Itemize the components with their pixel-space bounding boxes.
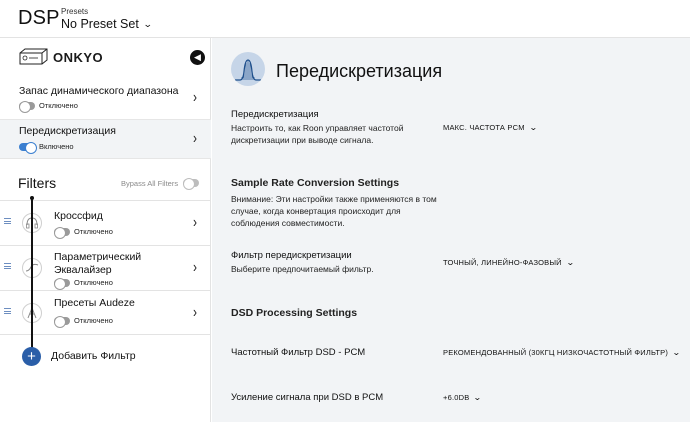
dsd-gain-title: Усиление сигнала при DSD в PCM (231, 392, 384, 403)
chevron-down-icon: ⌄ (473, 393, 483, 402)
sidebar-item-headroom[interactable]: Запас динамического диапазона Отключено … (0, 78, 211, 118)
device-row: ONKYO ◀ (0, 38, 211, 70)
section-page-title: Передискретизация (276, 61, 443, 81)
sidebar-item-label: Запас динамического диапазона (19, 85, 179, 97)
filter-name-line: Параметрический (54, 251, 142, 263)
page-title: DSP (18, 7, 60, 29)
filter-status: Отключено (74, 227, 113, 236)
chevron-right-icon: › (193, 212, 197, 232)
preset-select[interactable]: No Preset Set ⌄ (61, 17, 153, 31)
chevron-right-icon: › (193, 302, 197, 322)
filter-name-line: Эквалайзер (54, 264, 112, 276)
main-panel: Передискретизация Передискретизация Наст… (212, 38, 690, 422)
dropdown-value: РЕКОМЕНДОВАННЫЙ (30КГЦ НИЗКОЧАСТОТНЫЙ ФИ… (443, 348, 669, 357)
chevron-right-icon: › (193, 87, 197, 107)
filter-setting-desc: Выберите предпочитаемый фильтр. (231, 264, 374, 274)
crossfeed-toggle[interactable] (54, 227, 70, 239)
src-section-desc: Внимание: Эти настройки также применяютс… (231, 194, 437, 228)
chevron-right-icon: › (193, 128, 197, 148)
dsd-gain-dropdown[interactable]: +6.0DB ⌄ (443, 393, 483, 402)
sidebar-item-status: Отключено (39, 101, 78, 110)
bypass-label: Bypass All Filters (121, 179, 179, 188)
drag-handle-icon[interactable] (4, 218, 11, 224)
resampling-toggle[interactable] (19, 142, 37, 154)
add-filter-button[interactable]: + Добавить Фильтр (22, 345, 136, 367)
dsd-filter-dropdown[interactable]: РЕКОМЕНДОВАННЫЙ (30КГЦ НИЗКОЧАСТОТНЫЙ ФИ… (443, 348, 682, 357)
amplifier-icon (19, 48, 48, 65)
plus-icon: + (22, 346, 41, 366)
collapse-sidebar-button[interactable]: ◀ (190, 50, 205, 65)
device-name: ONKYO (53, 50, 104, 65)
dsd-filter-title: Частотный Фильтр DSD - PCM (231, 347, 366, 358)
filter-setting-title: Фильтр передискретизации (231, 250, 352, 261)
filter-status: Отключено (74, 316, 113, 325)
filter-name: Пресеты Audeze (54, 297, 135, 309)
filter-status: Отключено (74, 278, 113, 287)
parametric-eq-toggle[interactable] (54, 278, 70, 290)
drag-handle-icon[interactable] (4, 263, 11, 269)
drag-handle-icon[interactable] (4, 308, 11, 314)
filters-title: Filters (18, 175, 57, 191)
resampling-filter-dropdown[interactable]: ТОЧНЫЙ, ЛИНЕЙНО-ФАЗОВЫЙ ⌄ (443, 258, 574, 267)
chevron-down-icon: ⌄ (528, 123, 538, 132)
top-header: DSP Presets No Preset Set ⌄ (0, 0, 690, 38)
filter-name: Параметрический Эквалайзер (54, 251, 141, 277)
audeze-toggle[interactable] (54, 316, 70, 328)
dsd-section-title: DSD Processing Settings (231, 307, 358, 319)
add-filter-label: Добавить Фильтр (51, 350, 136, 362)
preset-value: No Preset Set (61, 17, 139, 31)
presets-label: Presets (61, 7, 89, 16)
filter-name: Кроссфид (54, 210, 103, 222)
chevron-down-icon: ⌄ (142, 19, 153, 29)
dropdown-value: ТОЧНЫЙ, ЛИНЕЙНО-ФАЗОВЫЙ (443, 258, 562, 267)
chevron-right-icon: › (193, 257, 197, 277)
src-section-title: Sample Rate Conversion Settings (231, 177, 400, 189)
chevron-down-icon: ⌄ (565, 258, 575, 267)
sidebar-item-resampling[interactable]: Передискретизация Включено › (0, 119, 211, 159)
chevron-left-icon: ◀ (194, 52, 201, 62)
sidebar: ONKYO ◀ Запас динамического диапазона От… (0, 38, 211, 422)
bypass-all-toggle[interactable] (183, 178, 199, 190)
sidebar-item-status: Включено (39, 142, 74, 151)
headroom-toggle[interactable] (19, 101, 35, 113)
waveform-icon (231, 52, 265, 86)
chevron-down-icon: ⌄ (672, 348, 682, 357)
dropdown-value: +6.0DB (443, 393, 470, 402)
sample-rate-dropdown[interactable]: МАКС. ЧАСТОТА PCM ⌄ (443, 123, 537, 132)
filter-chain-line (30, 196, 34, 358)
sample-rate-title: Передискретизация (231, 109, 319, 120)
sample-rate-desc: Настроить то, как Roon управляет частото… (231, 123, 404, 145)
sidebar-item-label: Передискретизация (19, 125, 116, 137)
dropdown-value: МАКС. ЧАСТОТА PCM (443, 123, 525, 132)
